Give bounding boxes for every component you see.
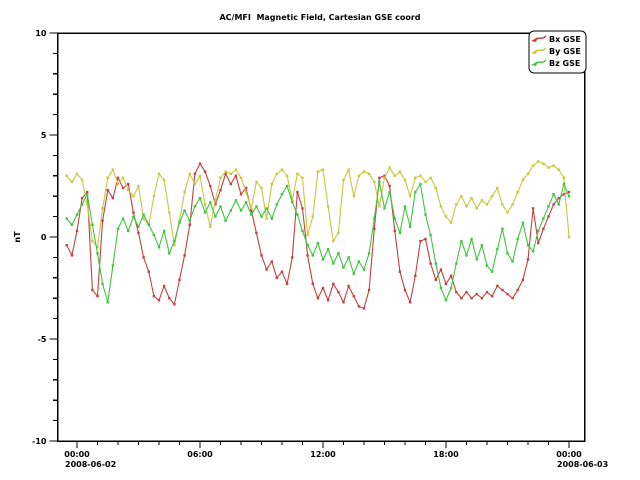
x-tick-label: 00:00	[556, 450, 582, 459]
y-tick-label: 10	[35, 29, 47, 38]
y-tick-label: -10	[32, 437, 47, 446]
magnetic-field-time-series-chart: AC/MFI Magnetic Field, Cartesian GSE coo…	[0, 0, 640, 480]
legend-label: Bx GSE	[549, 35, 581, 44]
plot-frame	[58, 33, 585, 441]
y-tick-label: 0	[41, 233, 47, 242]
series-markers-bz-gse	[66, 181, 571, 304]
chart-container: AC/MFI Magnetic Field, Cartesian GSE coo…	[0, 0, 640, 480]
legend-label: Bz GSE	[549, 59, 580, 68]
series-markers-bx-gse	[66, 162, 571, 309]
data-series	[66, 160, 571, 309]
x-tick-label: 18:00	[433, 450, 459, 459]
y-tick-label: -5	[38, 335, 47, 344]
chart-title: AC/MFI Magnetic Field, Cartesian GSE coo…	[219, 13, 420, 22]
x-axis-end-date: 2008-06-03	[557, 460, 608, 469]
x-tick-label: 06:00	[187, 450, 213, 459]
x-axis-ticks: 00:0006:0012:0018:0000:002008-06-022008-…	[64, 441, 608, 469]
y-axis-ticks: 10 5 0 -5 -10	[32, 29, 57, 446]
x-tick-label: 00:00	[64, 450, 90, 459]
y-axis-label: nT	[13, 231, 22, 243]
series-line-bx-gse	[67, 164, 569, 309]
x-axis-start-date: 2008-06-02	[65, 460, 116, 469]
series-line-by-gse	[67, 162, 569, 248]
y-tick-label: 5	[41, 131, 47, 140]
legend: Bx GSE By GSE Bz GSE	[529, 31, 586, 73]
x-tick-label: 12:00	[310, 450, 336, 459]
legend-label: By GSE	[549, 47, 581, 56]
